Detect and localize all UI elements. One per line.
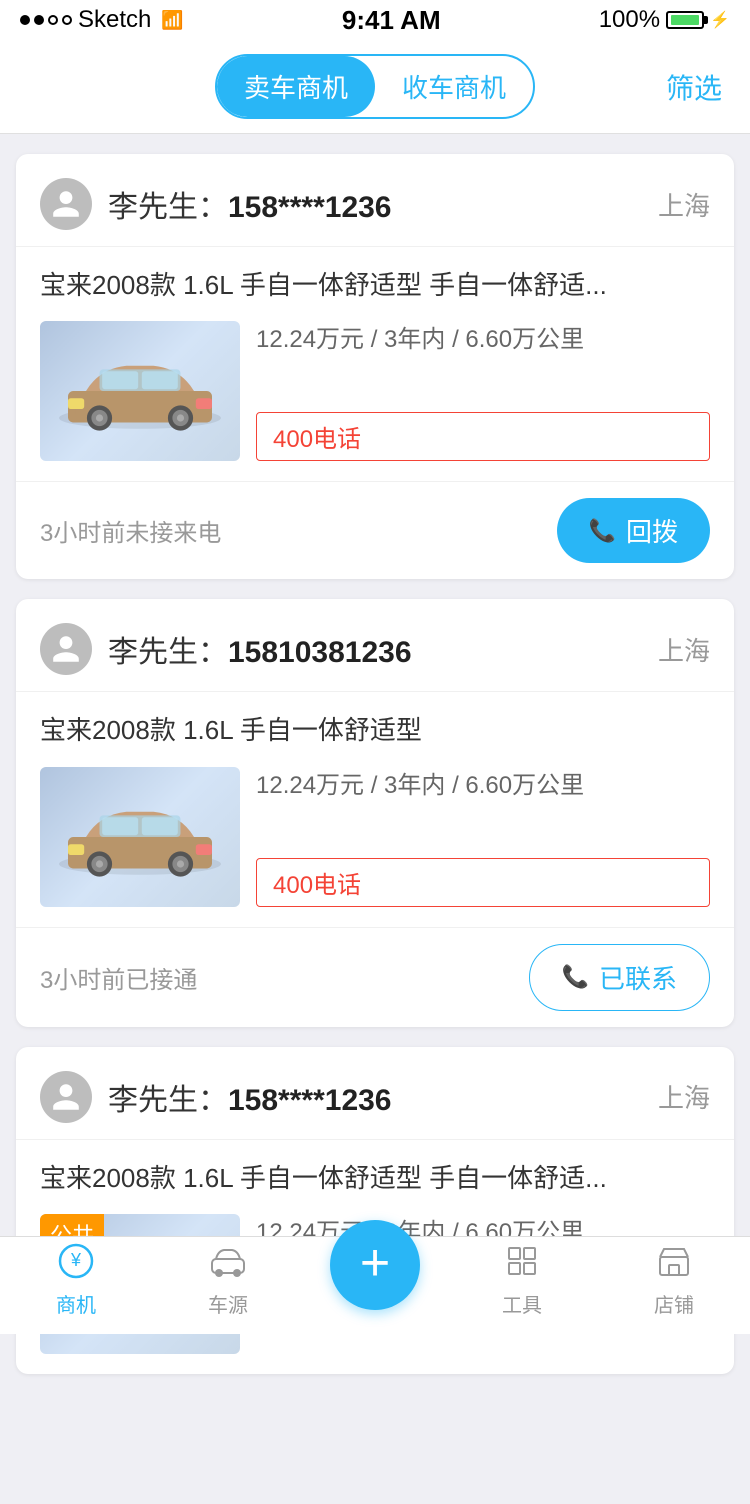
- person-icon: [50, 1081, 82, 1113]
- tab-label-dianpu: 店铺: [654, 1289, 694, 1318]
- avatar: [40, 623, 92, 675]
- signal-dot-3: [48, 15, 58, 25]
- fab-button[interactable]: +: [330, 1220, 420, 1310]
- svg-text:¥: ¥: [70, 1250, 82, 1270]
- car-info-row: 12.24万元 / 3年内 / 6.60万公里 400电话: [40, 767, 710, 907]
- car-source-icon: [208, 1243, 248, 1285]
- person-icon: [50, 188, 82, 220]
- tab-label-cheyuan: 车源: [208, 1289, 248, 1318]
- card-footer: 3小时前未接来电 📞 回拨: [16, 481, 734, 579]
- car-svg: [50, 787, 230, 887]
- tools-icon: [504, 1243, 540, 1285]
- avatar: [40, 178, 92, 230]
- tab-buy-button[interactable]: 收车商机: [375, 56, 533, 117]
- person-icon: [50, 633, 82, 665]
- contacted-button[interactable]: 📞 已联系: [529, 944, 710, 1011]
- footer-time: 3小时前未接来电: [40, 513, 221, 548]
- contact-label: 李先生：: [108, 636, 228, 669]
- list-item: 李先生：15810381236 上海 宝来2008款 1.6L 手自一体舒适型: [16, 599, 734, 1026]
- tab-bar: ¥ 商机 车源 + 工具 店铺: [0, 1236, 750, 1334]
- tab-label-shangjie: 商机: [56, 1289, 96, 1318]
- contact-phone: 15810381236: [228, 636, 412, 669]
- contact-city: 上海: [658, 1078, 710, 1115]
- avatar: [40, 1071, 92, 1123]
- tab-toggle: 卖车商机 收车商机: [215, 54, 535, 119]
- tab-item-gongju[interactable]: 工具: [472, 1243, 572, 1318]
- contacted-label: 已联系: [599, 959, 677, 996]
- car-price: 12.24万元 / 3年内 / 6.60万公里: [256, 321, 710, 359]
- card-body: 宝来2008款 1.6L 手自一体舒适型 手自一体舒适...: [16, 247, 734, 481]
- car-title: 宝来2008款 1.6L 手自一体舒适型 手自一体舒适...: [40, 267, 710, 303]
- car-info-row: 12.24万元 / 3年内 / 6.60万公里 400电话: [40, 321, 710, 461]
- contact-name: 李先生：15810381236: [108, 627, 658, 671]
- tab-item-cheyuan[interactable]: 车源: [178, 1243, 278, 1318]
- fab-plus-icon: +: [360, 1237, 390, 1289]
- contact-name: 李先生：158****1236: [108, 182, 658, 226]
- battery-icon: [666, 11, 704, 29]
- clock: 9:41 AM: [342, 5, 441, 36]
- contact-city: 上海: [658, 631, 710, 668]
- phone-400-button[interactable]: 400电话: [256, 858, 710, 907]
- status-left: Sketch 📶: [20, 6, 184, 34]
- status-bar: Sketch 📶 9:41 AM 100% ⚡: [0, 0, 750, 40]
- status-right: 100% ⚡: [599, 6, 730, 34]
- footer-time: 3小时前已接通: [40, 960, 197, 995]
- car-details: 12.24万元 / 3年内 / 6.60万公里 400电话: [256, 321, 710, 461]
- car-image: [40, 767, 240, 907]
- tab-sell-button[interactable]: 卖车商机: [217, 56, 375, 117]
- card-header: 李先生：158****1236 上海: [16, 1047, 734, 1140]
- tab-item-dianpu[interactable]: 店铺: [624, 1243, 724, 1318]
- top-nav: 卖车商机 收车商机 筛选: [0, 40, 750, 134]
- card-header: 李先生：15810381236 上海: [16, 599, 734, 692]
- contact-city: 上海: [658, 186, 710, 223]
- battery-percent: 100%: [599, 6, 660, 34]
- shangjie-icon: ¥: [58, 1243, 94, 1285]
- wifi-icon: 📶: [161, 10, 183, 31]
- battery-fill: [671, 15, 699, 25]
- callback-button[interactable]: 📞 回拨: [557, 498, 710, 563]
- card-body: 宝来2008款 1.6L 手自一体舒适型: [16, 692, 734, 926]
- card-footer: 3小时前已接通 📞 已联系: [16, 927, 734, 1027]
- car-svg: [50, 341, 230, 441]
- car-price: 12.24万元 / 3年内 / 6.60万公里: [256, 767, 710, 805]
- signal-dot-4: [62, 15, 72, 25]
- signal-dots: [20, 15, 72, 25]
- callback-label: 回拨: [626, 512, 678, 549]
- phone-icon: 📞: [589, 518, 616, 544]
- shop-icon: [656, 1243, 692, 1285]
- list-item: 李先生：158****1236 上海 宝来2008款 1.6L 手自一体舒适型 …: [16, 154, 734, 579]
- phone-400-button[interactable]: 400电话: [256, 412, 710, 461]
- lightning-icon: ⚡: [710, 10, 730, 30]
- contact-phone: 158****1236: [228, 191, 392, 224]
- contact-name: 李先生：158****1236: [108, 1075, 658, 1119]
- card-header: 李先生：158****1236 上海: [16, 154, 734, 247]
- phone-icon: 📞: [562, 964, 589, 990]
- car-details: 12.24万元 / 3年内 / 6.60万公里 400电话: [256, 767, 710, 907]
- contact-label: 李先生：: [108, 1084, 228, 1117]
- contact-phone: 158****1236: [228, 1084, 392, 1117]
- signal-dot-2: [34, 15, 44, 25]
- signal-dot-1: [20, 15, 30, 25]
- tab-item-shangjie[interactable]: ¥ 商机: [26, 1243, 126, 1318]
- tab-label-gongju: 工具: [502, 1289, 542, 1318]
- car-title: 宝来2008款 1.6L 手自一体舒适型: [40, 712, 710, 748]
- carrier-label: Sketch: [78, 6, 151, 34]
- filter-button[interactable]: 筛选: [666, 67, 722, 107]
- car-title: 宝来2008款 1.6L 手自一体舒适型 手自一体舒适...: [40, 1160, 710, 1196]
- contact-label: 李先生：: [108, 191, 228, 224]
- car-image: [40, 321, 240, 461]
